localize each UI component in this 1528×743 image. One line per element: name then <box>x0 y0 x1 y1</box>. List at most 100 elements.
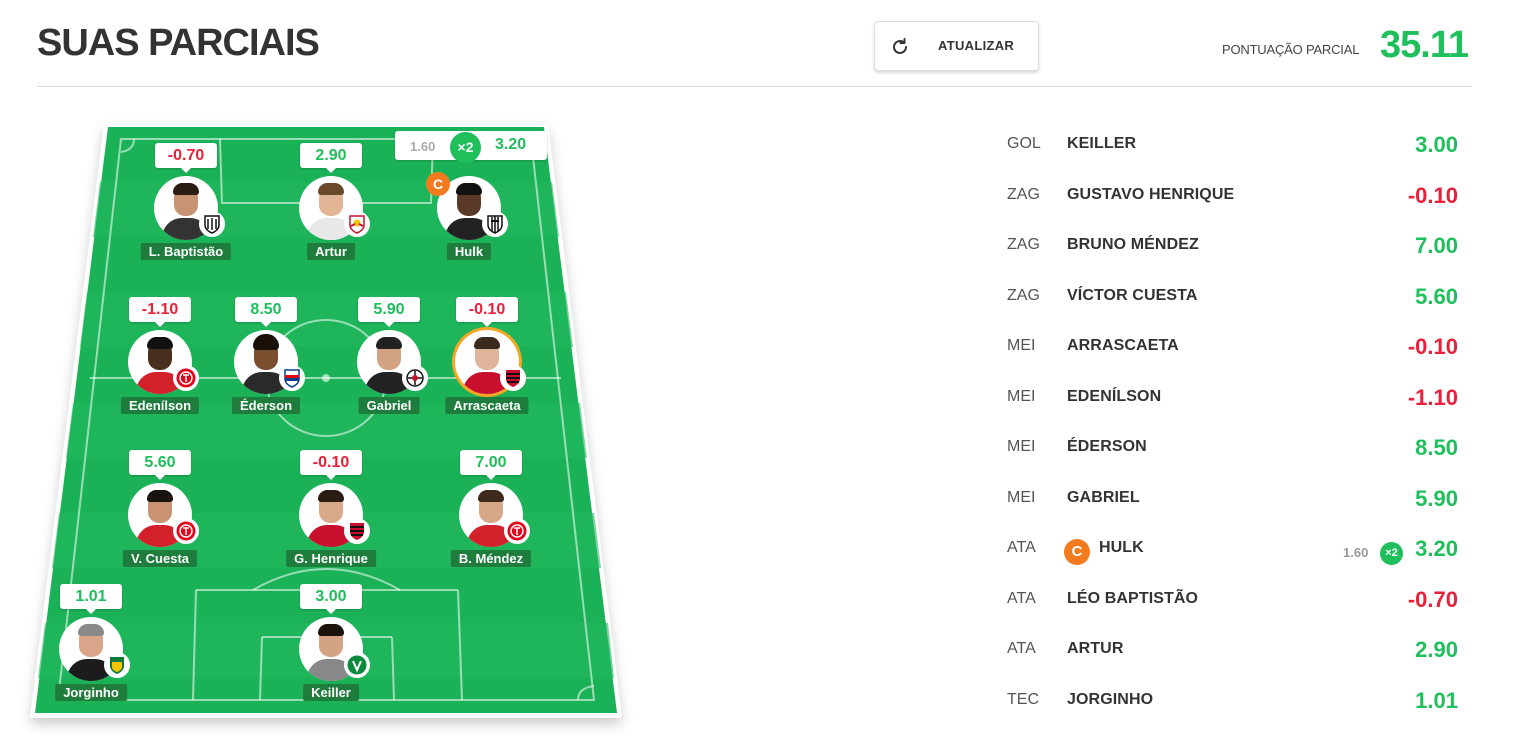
list-item[interactable]: ZAG GUSTAVO HENRIQUE -0.10 <box>1007 170 1467 220</box>
list-item[interactable]: MEI ARRASCAETA -0.10 <box>1007 321 1467 371</box>
position-label: ATA <box>1007 539 1036 556</box>
player-name: VÍCTOR CUESTA <box>1067 287 1198 304</box>
player-name: BRUNO MÉNDEZ <box>1067 236 1199 253</box>
player-score: 2.90 <box>300 143 362 173</box>
list-item[interactable]: MEI ÉDERSON 8.50 <box>1007 422 1467 472</box>
player-card[interactable]: -1.10 Edenílson <box>105 297 215 437</box>
player-score: 5.90 <box>358 297 420 327</box>
player-score: 8.50 <box>1415 435 1458 460</box>
santos-badge-icon <box>199 211 225 237</box>
player-name: L. Baptistão <box>140 243 232 260</box>
captain-score-box: 1.60 ×2 3.20 <box>395 131 547 163</box>
player-score: 2.90 <box>1415 637 1458 662</box>
captain-base-score: 1.60 <box>410 139 436 154</box>
player-name: G. Henrique <box>286 550 376 567</box>
refresh-icon <box>893 38 907 54</box>
player-score: 7.00 <box>460 450 522 480</box>
position-label: ZAG <box>1007 236 1040 253</box>
player-score: -0.10 <box>300 450 362 480</box>
player-card[interactable]: -0.10 G. Henrique <box>276 450 386 590</box>
player-name: Hulk <box>446 243 492 260</box>
list-item[interactable]: MEI GABRIEL 5.90 <box>1007 473 1467 523</box>
internacional-badge-icon <box>504 518 530 544</box>
player-name: KEILLER <box>1067 135 1137 152</box>
internacional-badge-icon <box>173 365 199 391</box>
captain-icon: C <box>426 172 450 196</box>
player-name: EDENÍLSON <box>1067 388 1162 405</box>
captain-icon: C <box>1064 539 1090 565</box>
player-card[interactable]: Hulk <box>414 143 524 283</box>
player-card[interactable]: -0.10 Arrascaeta <box>432 297 542 437</box>
player-score: 1.01 <box>60 584 122 614</box>
position-label: ZAG <box>1007 186 1040 203</box>
list-item[interactable]: MEI EDENÍLSON -1.10 <box>1007 372 1467 422</box>
player-name: LÉO BAPTISTÃO <box>1067 590 1199 607</box>
position-label: TEC <box>1007 691 1039 708</box>
player-name: GUSTAVO HENRIQUE <box>1067 186 1235 203</box>
player-score: -0.10 <box>456 297 518 327</box>
player-score: 3.00 <box>1415 132 1458 157</box>
corinthians-badge-icon <box>402 365 428 391</box>
player-score: 8.50 <box>235 297 297 327</box>
player-score: -1.10 <box>129 297 191 327</box>
player-card[interactable]: 2.90 Artur <box>276 143 386 283</box>
player-name: Artur <box>307 243 355 260</box>
cuiaba-badge-icon <box>104 652 130 678</box>
player-name: HULK <box>1099 539 1144 556</box>
player-score: 5.90 <box>1415 486 1458 511</box>
internacional-badge-icon <box>173 518 199 544</box>
list-item[interactable]: ATA ARTUR 2.90 <box>1007 624 1467 674</box>
total-score-label: PONTUAÇÃO PARCIAL <box>1222 42 1360 57</box>
player-name: GABRIEL <box>1067 489 1140 506</box>
bragantino-badge-icon <box>344 211 370 237</box>
player-score: 1.01 <box>1415 688 1458 713</box>
player-score: -1.10 <box>1407 385 1458 410</box>
position-label: MEI <box>1007 438 1036 455</box>
player-name: Edenílson <box>120 397 200 414</box>
player-name: ÉDERSON <box>1067 438 1147 455</box>
player-name: Éderson <box>231 397 301 414</box>
refresh-button[interactable]: ATUALIZAR <box>874 21 1039 71</box>
position-label: GOL <box>1007 135 1041 152</box>
player-name: Keiller <box>303 684 359 701</box>
fortaleza-badge-icon <box>279 365 305 391</box>
list-item[interactable]: ZAG BRUNO MÉNDEZ 7.00 <box>1007 220 1467 270</box>
list-item[interactable]: TEC JORGINHO 1.01 <box>1007 675 1467 725</box>
player-score: 5.60 <box>1415 284 1458 309</box>
refresh-button-label: ATUALIZAR <box>938 38 1015 53</box>
player-name: Arrascaeta <box>445 397 529 414</box>
player-card[interactable]: -0.70 L. Baptistão <box>131 143 241 283</box>
list-item-captain[interactable]: ATA C HULK 1.60 ×2 3.20 <box>1007 523 1467 573</box>
player-name: Jorginho <box>55 684 127 701</box>
coach-card[interactable]: 1.01 Jorginho <box>36 584 146 724</box>
player-score: -0.70 <box>155 143 217 173</box>
player-score: -0.10 <box>1407 183 1458 208</box>
position-label: ZAG <box>1007 287 1040 304</box>
captain-base-score: 1.60 <box>1343 545 1369 560</box>
player-score: -0.70 <box>1407 587 1458 612</box>
player-name: B. Méndez <box>450 550 532 567</box>
player-name: V. Cuesta <box>122 550 198 567</box>
position-label: MEI <box>1007 489 1036 506</box>
multiplier-icon: ×2 <box>1380 542 1403 565</box>
player-name: ARRASCAETA <box>1067 337 1179 354</box>
list-item[interactable]: ATA LÉO BAPTISTÃO -0.70 <box>1007 574 1467 624</box>
player-score: 5.60 <box>129 450 191 480</box>
player-card[interactable]: 7.00 B. Méndez <box>436 450 546 590</box>
position-label: MEI <box>1007 388 1036 405</box>
player-name: JORGINHO <box>1067 691 1154 708</box>
list-item[interactable]: GOL KEILLER 3.00 <box>1007 119 1467 169</box>
player-card[interactable]: 3.00 Keiller <box>276 584 386 724</box>
player-name: Gabriel <box>358 397 420 414</box>
flamengo-badge-icon <box>500 365 526 391</box>
total-score-value: 35.11 <box>1380 24 1469 66</box>
list-item[interactable]: ZAG VÍCTOR CUESTA 5.60 <box>1007 271 1467 321</box>
player-card[interactable]: 5.60 V. Cuesta <box>105 450 215 590</box>
soccer-field: -0.70 L. Baptistão 2.90 Artur Hulk 1.60 … <box>0 0 660 743</box>
player-card[interactable]: 5.90 Gabriel <box>334 297 444 437</box>
position-label: ATA <box>1007 590 1036 607</box>
chapecoense-badge-icon <box>344 652 370 678</box>
player-card[interactable]: 8.50 Éderson <box>211 297 321 437</box>
atletico-mg-badge-icon <box>482 211 508 237</box>
flamengo-badge-icon <box>344 518 370 544</box>
